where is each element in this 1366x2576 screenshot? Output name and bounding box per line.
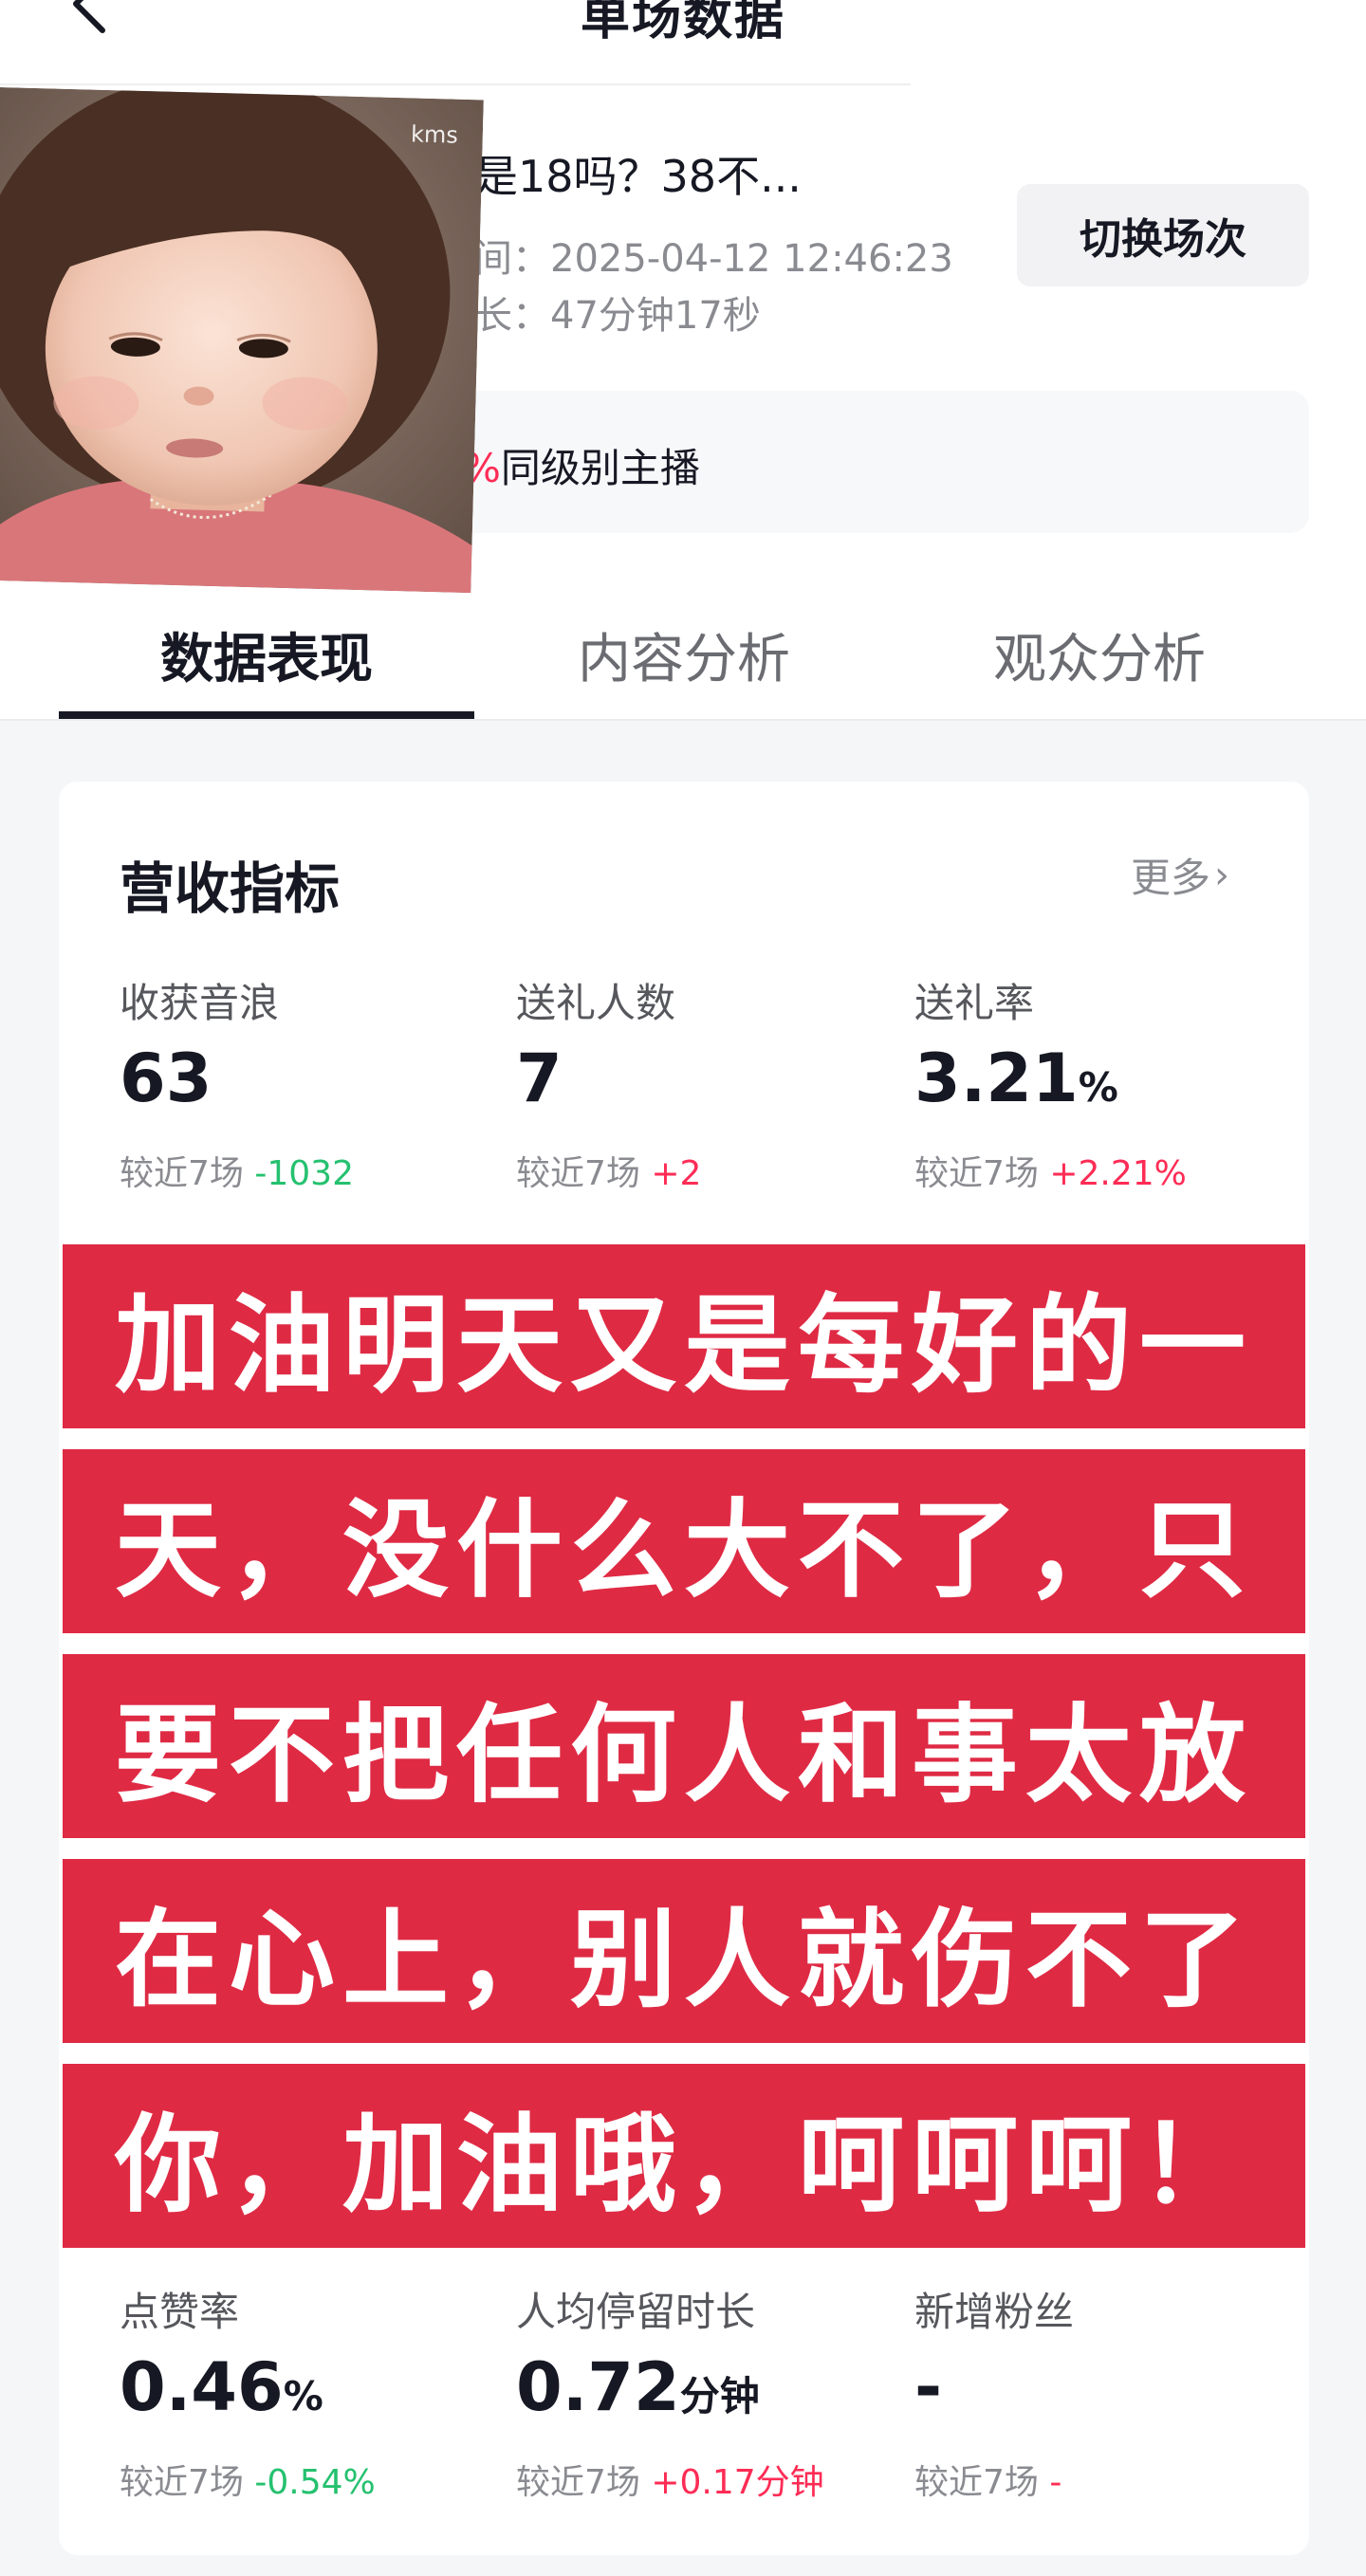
metric-compare: 较近7场 -: [914, 2463, 1062, 2502]
caption-line-2: 天，没什么大不了，只: [63, 1449, 1305, 1633]
metric-value: 0.72分钟: [516, 2348, 760, 2426]
session-title: 是18吗？38不...: [474, 151, 802, 202]
metric-label: 人均停留时长: [516, 2289, 756, 2335]
caption-line-3: 要不把任何人和事太放: [63, 1654, 1305, 1838]
metric-compare: 较近7场 +2: [516, 1154, 702, 1193]
peer-compare-text: %同级别主播: [463, 436, 700, 494]
chevron-right-icon: ›: [1214, 853, 1230, 897]
toddler-face-illustration: [0, 87, 484, 594]
caption-line-4: 在心上，别人就伤不了: [63, 1859, 1305, 2043]
metric-label: 送礼人数: [516, 980, 676, 1026]
metric-delta: -0.54%: [254, 2463, 376, 2502]
metric-label: 送礼率: [914, 980, 1035, 1026]
metric-delta: +2: [651, 1154, 702, 1193]
tabs-divider: [0, 719, 1366, 721]
metric-value: 3.21%: [914, 1040, 1118, 1117]
caption-line-5: 你，加油哦，呵呵呵！: [63, 2064, 1305, 2248]
metric-gift-senders[interactable]: 送礼人数 7 较近7场 +2: [516, 971, 895, 1195]
page-title: 单场数据: [580, 0, 785, 46]
metric-compare: 较近7场 -1032: [120, 1154, 354, 1193]
metric-delta: -: [1049, 2463, 1062, 2502]
metric-avg-watch-time[interactable]: 人均停留时长 0.72分钟 较近7场 +0.17分钟: [516, 2280, 895, 2504]
sticker-image: kms: [0, 87, 484, 594]
metric-value: 7: [516, 1040, 563, 1117]
nav-divider: [0, 83, 911, 85]
metric-compare: 较近7场 +2.21%: [914, 1154, 1187, 1193]
metric-compare: 较近7场 +0.17分钟: [516, 2463, 824, 2502]
peer-compare-label: 同级别主播: [500, 445, 700, 491]
caption-line-1: 加油明天又是每好的一: [63, 1244, 1305, 1428]
tab-data-performance[interactable]: 数据表现: [59, 616, 474, 693]
more-label: 更多: [1131, 855, 1211, 901]
active-tab-indicator: [59, 711, 474, 719]
session-duration: 长：47分钟17秒: [474, 294, 761, 338]
metric-label: 新增粉丝: [914, 2289, 1075, 2335]
metric-gift-rate[interactable]: 送礼率 3.21% 较近7场 +2.21%: [914, 971, 1294, 1195]
metric-delta: +2.21%: [1049, 1154, 1187, 1193]
metric-gift-sound-waves[interactable]: 收获音浪 63 较近7场 -1032: [120, 971, 499, 1195]
more-link[interactable]: 更多 ›: [1131, 846, 1229, 904]
metric-value: 0.46%: [120, 2348, 323, 2426]
sticker-watermark: kms: [410, 120, 459, 149]
metric-delta: +0.17分钟: [651, 2463, 824, 2502]
tab-audience-analysis[interactable]: 观众分析: [892, 616, 1307, 693]
header-section: 单场数据 是18吗？38不... 间：2025-04-12 12:46:23 长…: [0, 0, 1366, 721]
tab-content-analysis[interactable]: 内容分析: [476, 616, 892, 693]
metric-label: 点赞率: [120, 2289, 240, 2335]
session-start-time: 间：2025-04-12 12:46:23: [474, 237, 953, 281]
metric-new-followers[interactable]: 新增粉丝 - 较近7场 -: [914, 2280, 1294, 2504]
revenue-card-title: 营收指标: [120, 856, 341, 921]
metric-compare: 较近7场 -0.54%: [120, 2463, 376, 2502]
metric-delta: -1032: [254, 1154, 354, 1193]
metric-label: 收获音浪: [120, 980, 280, 1026]
metric-value: 63: [120, 1040, 212, 1117]
tab-bar: 数据表现 内容分析 观众分析: [0, 598, 1366, 721]
switch-session-button[interactable]: 切换场次: [1017, 184, 1309, 286]
metric-value: -: [914, 2348, 943, 2426]
metric-like-rate[interactable]: 点赞率 0.46% 较近7场 -0.54%: [120, 2280, 499, 2504]
